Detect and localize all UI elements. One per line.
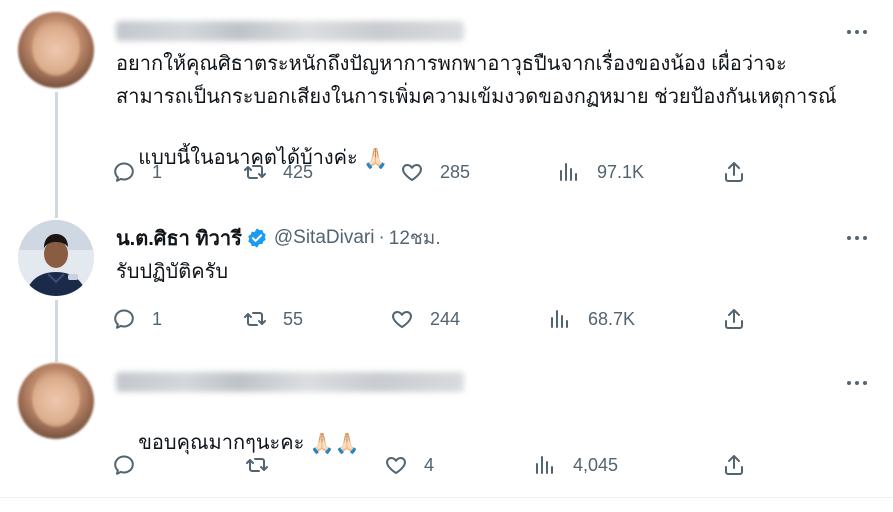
- separator-dot: ·: [378, 227, 385, 248]
- avatar-sita-divari[interactable]: [18, 220, 94, 296]
- reply-button[interactable]: 1: [112, 158, 162, 186]
- more-icon: [847, 30, 851, 34]
- avatar-blurred-user-1[interactable]: [18, 363, 94, 439]
- thread-line: [55, 92, 58, 218]
- views-button[interactable]: 97.1K: [557, 158, 644, 186]
- like-count: 285: [440, 161, 471, 182]
- views-count: 4,045: [573, 454, 619, 475]
- views-icon: [536, 456, 553, 474]
- author-display-name[interactable]: น.ต.ศิธา ทิวารี: [116, 222, 242, 254]
- like-icon: [402, 164, 422, 181]
- tweet-actions: 4 4,045: [0, 451, 893, 479]
- like-icon: [392, 311, 412, 328]
- tweet-1[interactable]: อยากให้คุณศิธาตระหนักถึงปัญหาการพกพาอาวุ…: [0, 0, 893, 218]
- views-count: 97.1K: [597, 161, 645, 182]
- tweet-header: น.ต.ศิธา ทิวารี @SitaDivari · 12ชม.: [116, 225, 441, 251]
- tweet-header: [116, 18, 464, 44]
- more-button[interactable]: [845, 226, 869, 250]
- tweet-text-line-2: สามารถเป็นกระบอกเสียงในการเพิ่มความเข้มง…: [116, 86, 837, 108]
- verified-badge-icon[interactable]: [246, 227, 268, 249]
- like-button[interactable]: 285: [400, 158, 470, 186]
- avatar-blurred-user-1[interactable]: [18, 12, 94, 88]
- like-icon: [386, 457, 406, 474]
- retweet-button[interactable]: [245, 451, 285, 479]
- share-button[interactable]: [722, 158, 746, 186]
- retweet-icon: [244, 312, 266, 326]
- more-icon: [847, 236, 851, 240]
- tweet-header: [116, 369, 464, 395]
- more-button[interactable]: [845, 371, 869, 395]
- tweet-timestamp[interactable]: 12ชม.: [389, 223, 441, 253]
- more-icon: [847, 381, 851, 385]
- tweet-actions: 1 425 285 97.1K: [0, 158, 893, 186]
- share-button[interactable]: [722, 305, 746, 333]
- views-button[interactable]: 68.7K: [548, 305, 635, 333]
- tweet-2[interactable]: น.ต.ศิธา ทิวารี @SitaDivari · 12ชม. รับป…: [0, 210, 893, 362]
- reply-icon: [114, 162, 134, 182]
- views-count: 68.7K: [588, 308, 636, 329]
- reply-button[interactable]: 1: [112, 305, 162, 333]
- share-icon: [725, 455, 743, 475]
- tweet-text: รับปฏิบัติครับ: [116, 261, 229, 283]
- retweet-count: 425: [283, 161, 314, 182]
- profile-photo: [18, 220, 94, 296]
- tweet-text-line-1: อยากให้คุณศิธาตระหนักถึงปัญหาการพกพาอาวุ…: [116, 53, 787, 75]
- share-icon: [725, 309, 743, 329]
- like-button[interactable]: 244: [390, 305, 460, 333]
- more-button[interactable]: [845, 20, 869, 44]
- views-icon: [560, 163, 577, 181]
- author-handle[interactable]: @SitaDivari: [274, 227, 375, 249]
- retweet-icon: [246, 458, 268, 472]
- tweet-actions: 1 55 244 68.7K: [0, 305, 893, 333]
- retweet-button[interactable]: 425: [243, 158, 313, 186]
- views-button[interactable]: 4,045: [533, 451, 618, 479]
- retweet-icon: [244, 165, 266, 179]
- share-button[interactable]: [722, 451, 746, 479]
- reply-count: 1: [152, 161, 163, 182]
- reply-icon: [114, 309, 134, 329]
- blurred-author-name[interactable]: [116, 21, 464, 41]
- reply-button[interactable]: [112, 451, 152, 479]
- share-icon: [725, 162, 743, 182]
- like-count: 4: [424, 454, 435, 475]
- like-button[interactable]: 4: [384, 451, 434, 479]
- blurred-author-name[interactable]: [116, 372, 464, 392]
- reply-count: 1: [152, 308, 163, 329]
- reply-icon: [114, 455, 134, 475]
- retweet-count: 55: [283, 308, 304, 329]
- tweet-3[interactable]: ขอบคุณมากๆนะคะ 🙏🏻🙏🏻 4 4,045: [0, 355, 893, 505]
- bottom-divider: [0, 497, 893, 498]
- views-icon: [551, 310, 568, 328]
- like-count: 244: [430, 308, 461, 329]
- retweet-button[interactable]: 55: [243, 305, 303, 333]
